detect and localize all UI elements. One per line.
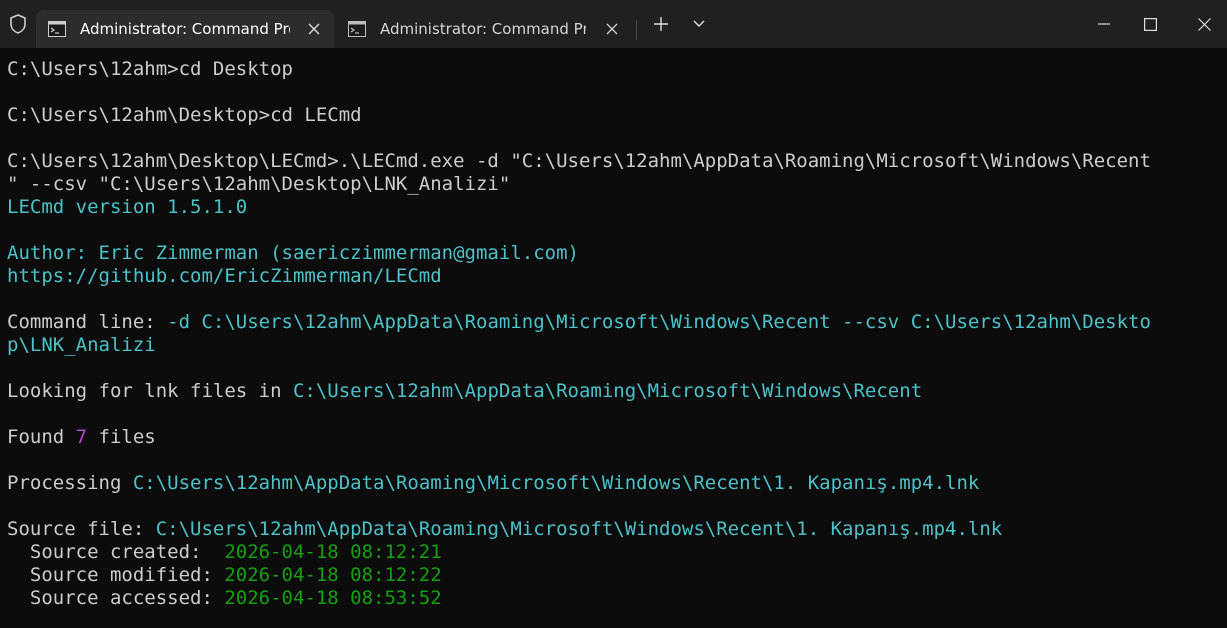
cmdline-value: p\LNK_Analizi <box>7 334 156 356</box>
cmdline-label: Command line: <box>7 311 168 333</box>
command-line: C:\Users\12ahm\Desktop\LECmd>.\LECmd.exe… <box>7 150 1151 172</box>
cmdline-value: -d C:\Users\12ahm\AppData\Roaming\Micros… <box>167 311 1151 333</box>
close-window-button[interactable] <box>1181 0 1227 48</box>
source-created-label: Source created: <box>7 541 225 563</box>
command-line: C:\Users\12ahm\Desktop>cd LECmd <box>7 104 362 126</box>
source-modified-label: Source modified: <box>7 564 225 586</box>
source-file-path: C:\Users\12ahm\AppData\Roaming\Microsoft… <box>155 518 1003 540</box>
close-tab-icon[interactable] <box>602 19 622 39</box>
found-suffix: files <box>87 426 156 448</box>
close-tab-icon[interactable] <box>304 19 324 39</box>
title-bar: Administrator: Command Pro Administrator… <box>0 0 1227 48</box>
tab-dropdown-button[interactable] <box>684 0 714 48</box>
looking-path: C:\Users\12ahm\AppData\Roaming\Microsoft… <box>292 380 923 402</box>
chevron-down-icon <box>693 20 705 27</box>
terminal-output[interactable]: C:\Users\12ahm>cd Desktop C:\Users\12ahm… <box>0 48 1227 628</box>
new-tab-button[interactable] <box>640 0 682 48</box>
close-icon <box>1197 17 1211 31</box>
command-line: C:\Users\12ahm>cd Desktop <box>7 58 293 80</box>
tab-admin-command-prompt-1[interactable]: Administrator: Command Pro <box>36 10 334 48</box>
cmd-icon <box>48 21 66 37</box>
command-line: " --csv "C:\Users\12ahm\Desktop\LNK_Anal… <box>7 173 511 195</box>
minimize-icon <box>1098 23 1110 25</box>
processing-label: Processing <box>7 472 133 494</box>
tab-label: Administrator: Command Pro <box>80 20 290 38</box>
repo-url: https://github.com/EricZimmerman/LECmd <box>7 265 442 287</box>
cmd-icon <box>348 21 366 37</box>
plus-icon <box>654 17 668 31</box>
source-created-value: 2026-04-18 08:12:21 <box>224 541 442 563</box>
maximize-icon <box>1143 17 1157 31</box>
processing-path: C:\Users\12ahm\AppData\Roaming\Microsoft… <box>132 472 980 494</box>
minimize-button[interactable] <box>1081 0 1127 48</box>
tab-divider <box>636 20 637 40</box>
source-modified-value: 2026-04-18 08:12:22 <box>224 564 442 586</box>
source-file-label: Source file: <box>7 518 156 540</box>
version-line: LECmd version 1.5.1.0 <box>7 196 248 218</box>
author-line: Author: Eric Zimmerman (saericzimmerman@… <box>7 242 579 264</box>
source-accessed-label: Source accessed: <box>7 587 225 609</box>
looking-label: Looking for lnk files in <box>7 380 293 402</box>
shield-icon <box>0 0 36 48</box>
maximize-button[interactable] <box>1127 0 1173 48</box>
found-label: Found <box>7 426 76 448</box>
tab-label: Administrator: Command Pron <box>380 20 586 38</box>
found-count: 7 <box>75 426 88 448</box>
tab-admin-command-prompt-2[interactable]: Administrator: Command Pron <box>336 10 632 48</box>
source-accessed-value: 2026-04-18 08:53:52 <box>224 587 442 609</box>
